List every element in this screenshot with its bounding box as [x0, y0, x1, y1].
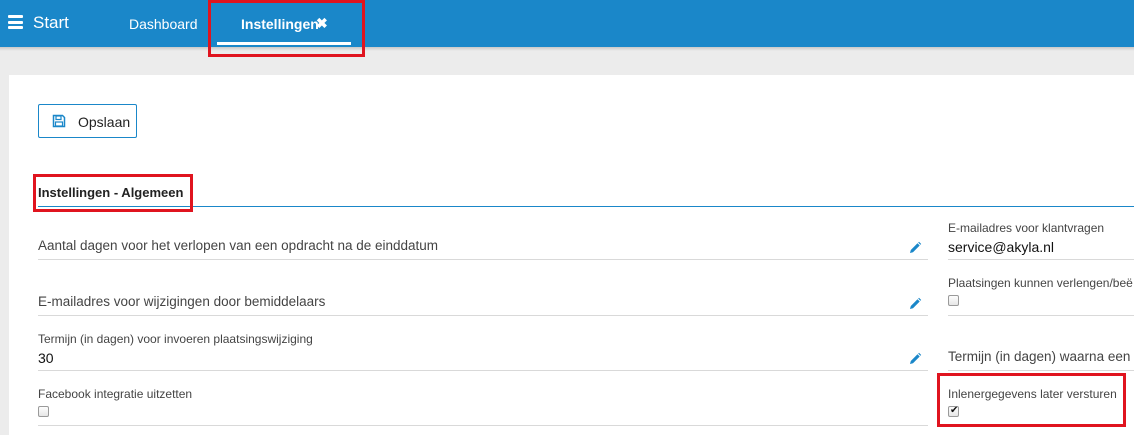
tab-dashboard[interactable]: Dashboard	[129, 16, 198, 32]
pencil-icon[interactable]	[908, 352, 922, 366]
field-underline	[948, 370, 1134, 371]
hamburger-icon[interactable]	[8, 15, 23, 29]
field-underline	[948, 259, 1134, 260]
topbar-shadow	[0, 47, 1134, 51]
floppy-disk-icon	[52, 114, 66, 128]
field-label-expiry-days: Aantal dagen voor het verlopen van een o…	[38, 238, 439, 253]
save-button-label: Opslaan	[78, 114, 131, 130]
field-value-placement-change-term[interactable]: 30	[38, 350, 54, 366]
pencil-icon[interactable]	[908, 241, 922, 255]
field-label-customer-email: E-mailadres voor klantvragen	[948, 221, 1105, 235]
extend-placements-checkbox[interactable]	[948, 295, 959, 306]
field-value-customer-email[interactable]: service@akyla.nl	[948, 239, 1054, 255]
brand-start-link[interactable]: Start	[33, 13, 69, 33]
field-underline	[948, 315, 1134, 316]
field-label-placement-change-term: Termijn (in dagen) voor invoeren plaatsi…	[38, 332, 313, 346]
pencil-icon[interactable]	[908, 297, 922, 311]
field-label-facebook-integration: Facebook integratie uitzetten	[38, 387, 193, 401]
field-underline	[38, 425, 928, 426]
section-divider	[38, 206, 1134, 207]
field-label-extend-placements: Plaatsingen kunnen verlengen/beë	[948, 276, 1133, 290]
field-label-term-days: Termijn (in dagen) waarna een fl	[948, 349, 1134, 364]
field-underline	[38, 370, 928, 371]
facebook-integration-checkbox[interactable]	[38, 406, 49, 417]
highlight-box-settings-tab	[208, 0, 365, 57]
highlight-box-send-later	[937, 373, 1126, 427]
field-underline	[38, 259, 928, 260]
save-button[interactable]: Opslaan	[38, 104, 137, 138]
highlight-box-section-title	[33, 174, 193, 212]
field-underline	[38, 315, 928, 316]
field-label-intermediary-email: E-mailadres voor wijzigingen door bemidd…	[38, 294, 326, 309]
